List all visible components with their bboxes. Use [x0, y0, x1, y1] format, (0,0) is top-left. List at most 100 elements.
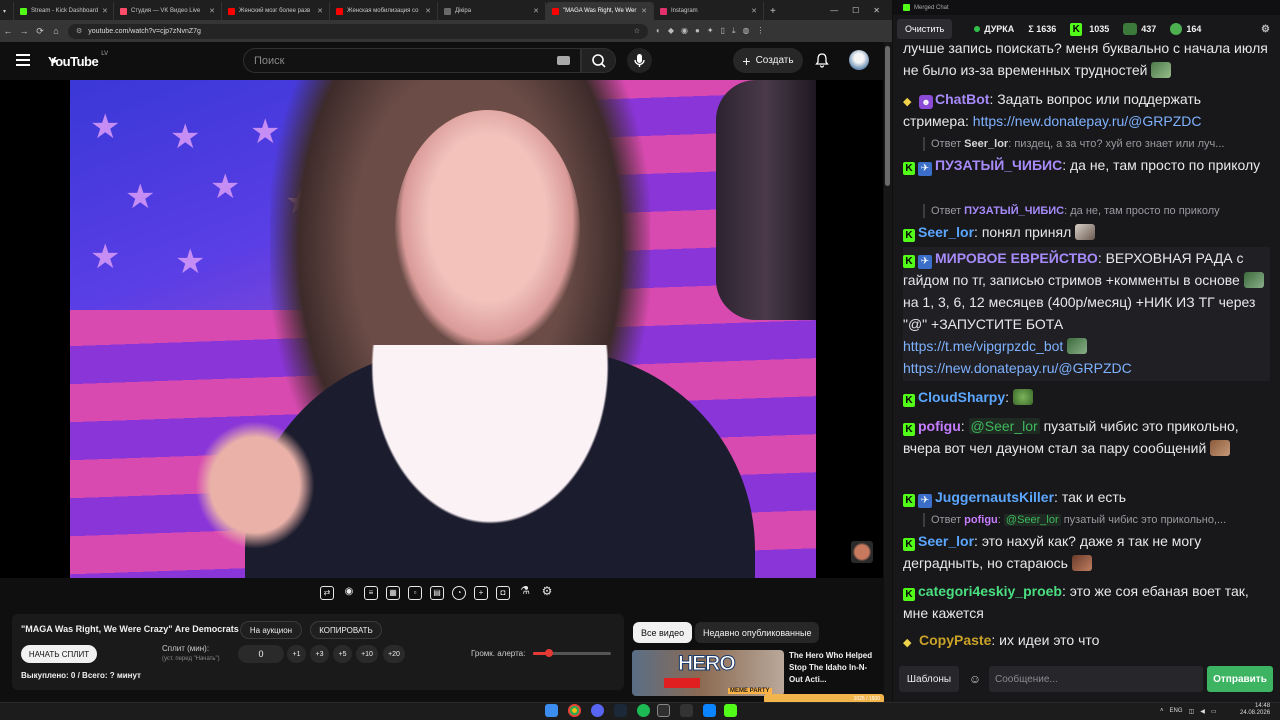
chat-link[interactable]: https://t.me/vipgrpzdc_bot: [903, 338, 1063, 354]
settings-icon[interactable]: ⚙: [1261, 24, 1270, 35]
tab-list-button[interactable]: ▾: [0, 2, 14, 20]
chat-link[interactable]: https://new.donatepay.ru/@GRPZDC: [903, 360, 1132, 376]
puzzle-icon[interactable]: ✦: [707, 26, 714, 36]
close-icon[interactable]: ✕: [425, 7, 431, 15]
studio-microphone: [716, 80, 816, 320]
split-minutes-input[interactable]: 0: [238, 645, 284, 663]
browser-tab[interactable]: Студия — VK Видео Live ✕: [114, 2, 222, 20]
miniplayer-icon[interactable]: ▤: [430, 586, 444, 600]
obs-icon[interactable]: [657, 704, 670, 717]
app-icon[interactable]: [680, 704, 693, 717]
close-icon[interactable]: ✕: [641, 7, 647, 15]
back-icon[interactable]: ←: [0, 26, 16, 36]
voice-search-button[interactable]: [627, 48, 652, 73]
extension-icon[interactable]: ◉: [681, 26, 688, 36]
settings-icon[interactable]: ⚙: [540, 585, 554, 600]
flask-icon[interactable]: ⚗: [518, 586, 532, 600]
chrome-icon[interactable]: [568, 704, 581, 717]
keyboard-language[interactable]: ENG: [1170, 708, 1183, 714]
home-icon[interactable]: ⌂: [48, 26, 64, 36]
channel-watermark[interactable]: [851, 541, 873, 563]
camera-icon[interactable]: ◘: [496, 586, 510, 600]
youtube-logo[interactable]: YouTube LV: [45, 51, 108, 69]
increment-button[interactable]: +3: [310, 645, 329, 663]
extension-icon[interactable]: ◐: [656, 26, 661, 36]
browser-tab-active[interactable]: "MAGA Was Right, We Wer ✕: [546, 2, 654, 20]
chip-all-videos[interactable]: Все видео: [633, 622, 693, 643]
close-icon[interactable]: ✕: [209, 7, 215, 15]
kick-app-icon[interactable]: [724, 704, 737, 717]
reply-preview[interactable]: Ответ ПУЗАТЫЙ_ЧИБИС: да не, там просто п…: [923, 204, 1273, 218]
discord-icon[interactable]: [591, 704, 604, 717]
bookmark-star-icon[interactable]: ☆: [634, 27, 640, 35]
start-icon[interactable]: [545, 704, 558, 717]
copy-button[interactable]: КОПИРОВАТЬ: [310, 621, 382, 639]
close-window-icon[interactable]: ✕: [873, 6, 880, 15]
recommended-video-thumbnail[interactable]: HERO MEME PARTY: [632, 650, 784, 696]
steam-icon[interactable]: [614, 704, 627, 717]
add-icon[interactable]: +: [474, 586, 488, 600]
browser-tab[interactable]: Stream - Kick Dashboard ✕: [14, 2, 114, 20]
scrollbar-thumb[interactable]: [885, 46, 890, 186]
vk-icon: [1123, 23, 1138, 35]
browser-tab[interactable]: Instagram ✕: [654, 2, 764, 20]
browser-tab[interactable]: Женский мозг более разв ✕: [222, 2, 330, 20]
volume-icon[interactable]: ◀: [1200, 708, 1205, 715]
download-icon[interactable]: ⤓: [732, 26, 736, 36]
alert-volume-knob[interactable]: [545, 649, 553, 657]
account-avatar[interactable]: [849, 50, 869, 70]
chat-message-input[interactable]: Сообщение...: [989, 666, 1203, 692]
browser-tab[interactable]: Дiкiрa ✕: [438, 2, 546, 20]
browser-tab[interactable]: Женская мобилизация со ✕: [330, 2, 438, 20]
profile-icon[interactable]: ◍: [742, 26, 749, 36]
clapper-icon[interactable]: ▦: [386, 586, 400, 600]
reply-preview[interactable]: Ответ pofigu: @Seer_lor пузатый чибис эт…: [923, 513, 1273, 527]
recommended-video-title[interactable]: The Hero Who Helped Stop The Idaho In-N-…: [789, 650, 877, 686]
telegram-icon[interactable]: [703, 704, 716, 717]
keyboard-icon[interactable]: [557, 56, 570, 65]
search-button[interactable]: [581, 48, 616, 73]
chip-recently-published[interactable]: Недавно опубликованные: [695, 622, 820, 643]
sidebar-icon[interactable]: ▯: [721, 26, 725, 36]
pip-icon[interactable]: ▫: [408, 586, 422, 600]
menu-icon[interactable]: ⋮: [756, 26, 764, 36]
extension-icon[interactable]: ●: [695, 26, 700, 36]
url-field[interactable]: ⚙ youtube.com/watch?v=cjp7zNvnZ7g ☆: [68, 23, 648, 39]
battery-icon[interactable]: ▭: [1211, 708, 1217, 715]
chevron-up-icon[interactable]: ˄: [1160, 708, 1164, 714]
increment-button[interactable]: +20: [383, 645, 405, 663]
forward-icon[interactable]: →: [16, 26, 32, 36]
reply-preview[interactable]: Ответ Seer_lor: пиздец, а за что? хуй ег…: [923, 137, 1273, 151]
speed-icon[interactable]: ◔: [452, 586, 466, 600]
search-input[interactable]: Поиск: [243, 48, 581, 73]
increment-button[interactable]: +5: [333, 645, 352, 663]
create-button[interactable]: + Создать: [733, 48, 803, 73]
send-button[interactable]: Отправить: [1207, 666, 1273, 692]
hamburger-menu-icon[interactable]: [16, 54, 30, 66]
clock[interactable]: 14:48 24.08.2026: [1240, 703, 1270, 717]
extension-icon[interactable]: ◆: [668, 26, 674, 36]
to-auction-button[interactable]: На аукцион: [240, 621, 302, 639]
subtitles-icon[interactable]: ≡: [364, 586, 378, 600]
chat-link[interactable]: https://new.donatepay.ru/@GRPZDC: [973, 113, 1202, 129]
notifications-bell-icon[interactable]: [814, 52, 830, 68]
vk-icon: [120, 7, 127, 15]
minimize-icon[interactable]: —: [830, 6, 838, 15]
site-info-icon[interactable]: ⚙: [76, 27, 82, 35]
maximize-icon[interactable]: ☐: [852, 6, 859, 15]
network-icon[interactable]: ◫: [1189, 708, 1195, 715]
close-icon[interactable]: ✕: [533, 7, 539, 15]
increment-button[interactable]: +10: [356, 645, 378, 663]
increment-button[interactable]: +1: [287, 645, 306, 663]
close-icon[interactable]: ✕: [317, 7, 323, 15]
cast-icon[interactable]: ◉: [342, 586, 356, 600]
templates-button[interactable]: Шаблоны: [899, 666, 959, 692]
start-split-button[interactable]: НАЧАТЬ СПЛИТ: [21, 645, 97, 663]
close-icon[interactable]: ✕: [102, 7, 108, 15]
spotify-icon[interactable]: [637, 704, 650, 717]
reload-icon[interactable]: ⟳: [32, 26, 48, 37]
loop-icon[interactable]: ⇄: [320, 586, 334, 600]
emoji-icon[interactable]: ☺: [965, 669, 985, 689]
close-icon[interactable]: ✕: [751, 7, 757, 15]
new-tab-button[interactable]: +: [764, 2, 780, 20]
